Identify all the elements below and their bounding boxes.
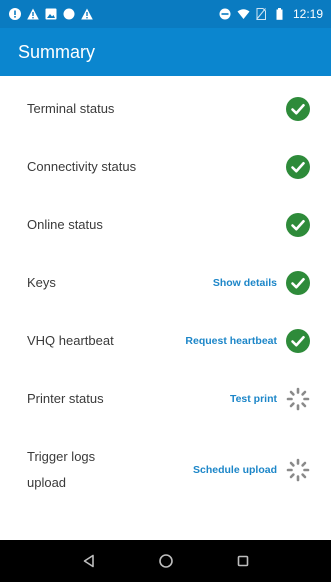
test-print-link[interactable]: Test print bbox=[230, 393, 277, 405]
clock: 12:19 bbox=[292, 7, 323, 21]
row-label: VHQ heartbeat bbox=[27, 333, 114, 348]
check-circle-icon bbox=[285, 270, 311, 296]
wifi-icon bbox=[237, 8, 250, 21]
list-item: Trigger logs upload Schedule upload bbox=[0, 428, 331, 512]
check-circle-icon bbox=[285, 328, 311, 354]
status-bar: 12:19 bbox=[0, 0, 331, 28]
check-circle-icon bbox=[285, 96, 311, 122]
status-bar-notifications bbox=[8, 8, 93, 21]
schedule-upload-link[interactable]: Schedule upload bbox=[193, 464, 277, 476]
app-bar: Summary bbox=[0, 28, 331, 76]
recents-icon[interactable] bbox=[233, 551, 253, 571]
dot-icon bbox=[62, 8, 75, 21]
list-item: Online status bbox=[0, 196, 331, 254]
alert-circle-icon bbox=[8, 8, 21, 21]
row-label: Trigger logs upload bbox=[27, 449, 96, 490]
request-heartbeat-link[interactable]: Request heartbeat bbox=[185, 335, 277, 347]
warning-icon bbox=[80, 8, 93, 21]
summary-list: Terminal status Connectivity status Onli… bbox=[0, 80, 331, 512]
page-title: Summary bbox=[18, 41, 96, 62]
row-label: Terminal status bbox=[27, 101, 115, 116]
list-item: VHQ heartbeat Request heartbeat bbox=[0, 312, 331, 370]
row-label: Keys bbox=[27, 275, 56, 290]
loading-spinner-icon bbox=[285, 457, 311, 483]
do-not-disturb-icon bbox=[219, 8, 232, 21]
row-label: Online status bbox=[27, 217, 103, 232]
back-icon[interactable] bbox=[79, 551, 99, 571]
no-sim-icon bbox=[255, 8, 268, 21]
home-icon[interactable] bbox=[156, 551, 176, 571]
list-item: Terminal status bbox=[0, 80, 331, 138]
navigation-bar bbox=[0, 540, 331, 582]
battery-icon bbox=[273, 8, 286, 21]
row-label: Printer status bbox=[27, 391, 104, 406]
check-circle-icon bbox=[285, 212, 311, 238]
list-item: Printer status Test print bbox=[0, 370, 331, 428]
warning-icon bbox=[26, 8, 39, 21]
status-bar-system: 12:19 bbox=[219, 7, 323, 21]
image-icon bbox=[44, 8, 57, 21]
show-details-link[interactable]: Show details bbox=[213, 277, 277, 289]
list-item: Connectivity status bbox=[0, 138, 331, 196]
list-item: Keys Show details bbox=[0, 254, 331, 312]
loading-spinner-icon bbox=[285, 386, 311, 412]
row-label: Connectivity status bbox=[27, 159, 137, 174]
check-circle-icon bbox=[285, 154, 311, 180]
